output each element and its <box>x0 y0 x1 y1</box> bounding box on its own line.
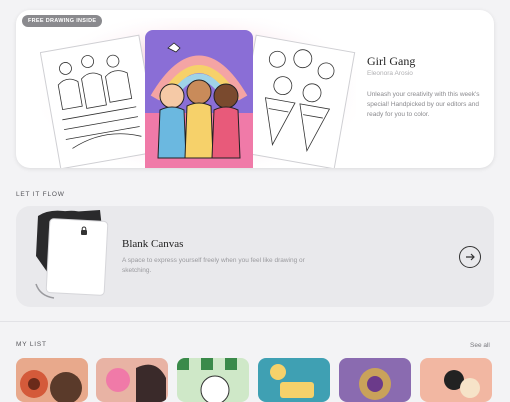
my-list-item[interactable] <box>258 358 330 402</box>
my-list-item[interactable] <box>339 358 411 402</box>
open-blank-canvas-button[interactable] <box>459 246 481 268</box>
featured-title: Girl Gang <box>367 54 416 68</box>
drawing-thumbnail <box>106 364 166 402</box>
arrow-right-icon <box>466 253 475 261</box>
featured-description: Unleash your creativity with this week's… <box>367 91 480 118</box>
my-list-heading: MY LIST <box>16 341 47 348</box>
my-list-item[interactable] <box>16 358 88 402</box>
featured-author: Eleonora Arosio <box>367 70 413 77</box>
let-it-flow-heading: LET IT FLOW <box>16 191 65 198</box>
my-list-item[interactable] <box>177 358 249 402</box>
my-list-item[interactable] <box>420 358 492 402</box>
my-list-item[interactable] <box>96 358 168 402</box>
blank-canvas-description: A space to express yourself freely when … <box>122 257 305 274</box>
drawing-thumbnail <box>20 370 82 402</box>
featured-card[interactable]: FREE DRAWING INSIDE Girl Gang Eleonora A… <box>16 10 494 168</box>
free-drawing-badge: FREE DRAWING INSIDE <box>22 15 103 27</box>
drawing-thumbnail <box>444 370 480 398</box>
featured-artwork <box>40 18 356 168</box>
lock-icon <box>81 226 87 235</box>
drawing-thumbnail <box>177 358 237 402</box>
drawing-thumbnail <box>359 368 391 400</box>
see-all-link[interactable]: See all <box>470 342 490 349</box>
section-divider <box>0 321 510 322</box>
blank-canvas-title: Blank Canvas <box>122 238 184 250</box>
drawing-thumbnail <box>270 364 314 398</box>
blank-canvas-artwork <box>35 210 109 299</box>
blank-canvas-card[interactable]: Blank Canvas A space to express yourself… <box>16 206 494 307</box>
